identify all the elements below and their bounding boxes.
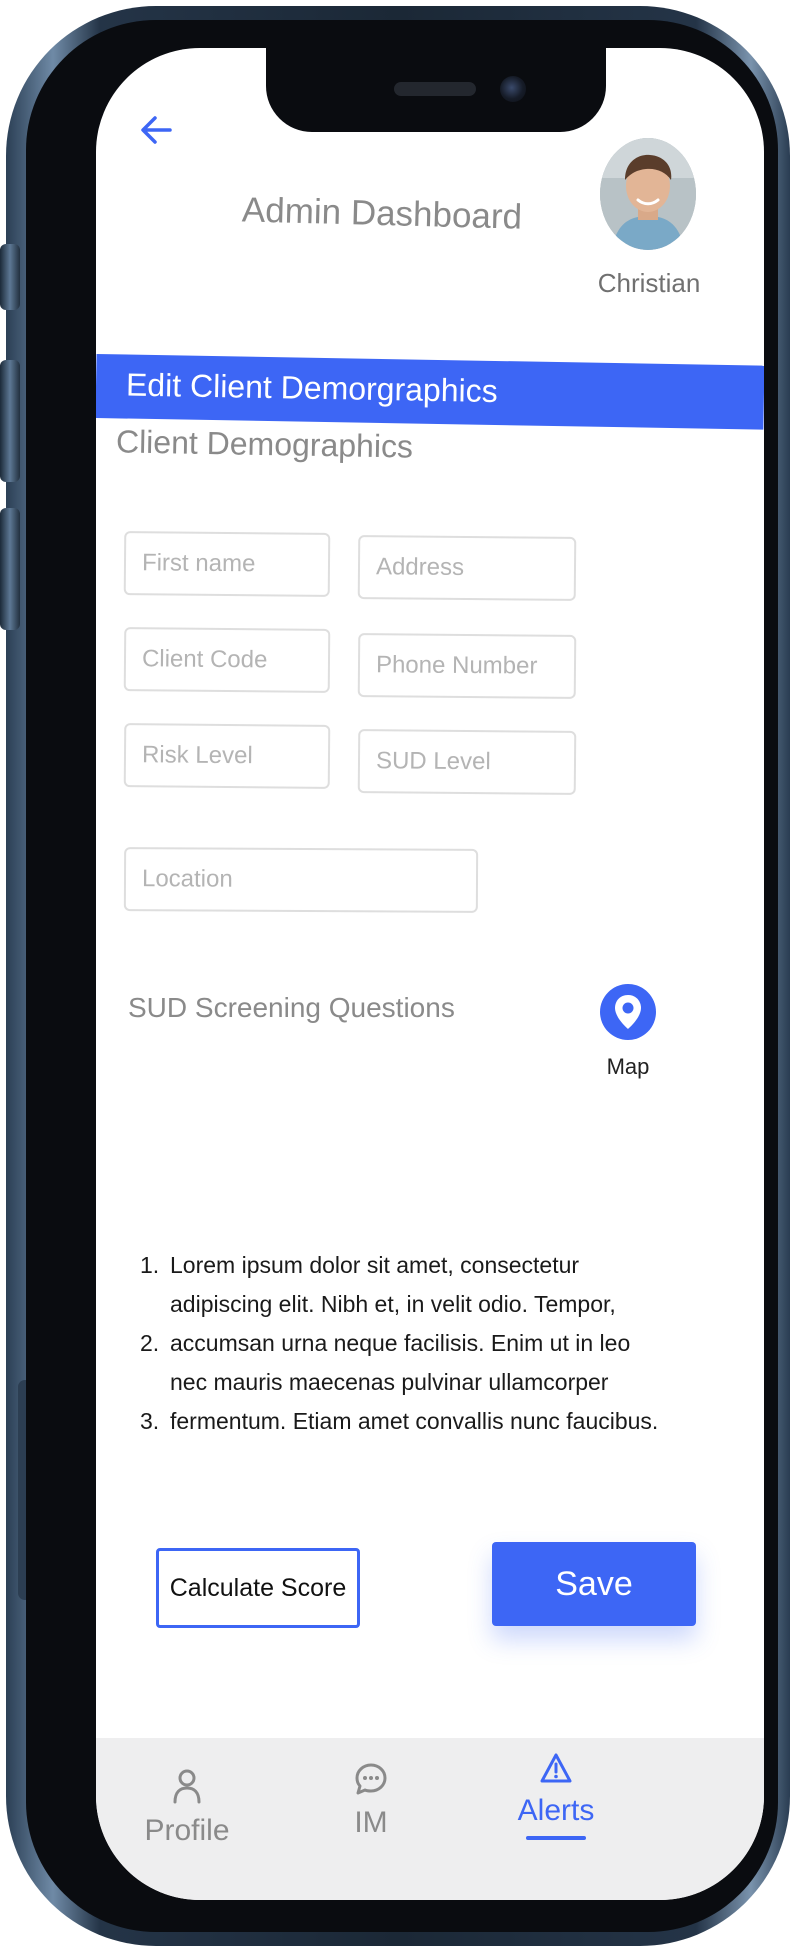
nav-item-profile[interactable]: Profile — [132, 1768, 242, 1848]
address-input[interactable] — [357, 535, 577, 601]
question-number: 1. — [140, 1252, 160, 1278]
warning-triangle-icon — [540, 1753, 572, 1783]
question-item: 3. fermentum. Etiam amet convallis nunc … — [140, 1402, 660, 1441]
location-pin-icon — [615, 995, 641, 1029]
edit-demographics-banner: Edit Client Demorgraphics — [96, 354, 764, 430]
risk-level-input[interactable] — [123, 723, 331, 789]
calculate-score-button[interactable]: Calculate Score — [156, 1548, 360, 1628]
screening-questions-list: 1. Lorem ipsum dolor sit amet, consectet… — [140, 1246, 660, 1441]
front-camera — [500, 76, 526, 102]
client-demographics-title: Client Demographics — [115, 423, 414, 465]
sud-screening-title: SUD Screening Questions — [128, 992, 455, 1023]
question-number: 3. — [140, 1408, 160, 1434]
nav-item-alerts[interactable]: Alerts — [496, 1752, 616, 1840]
notch — [266, 48, 606, 132]
question-text: accumsan urna neque facilisis. Enim ut i… — [170, 1330, 631, 1395]
nav-label-profile: Profile — [144, 1814, 230, 1847]
back-button[interactable] — [136, 110, 176, 150]
nav-label-im: IM — [354, 1806, 388, 1839]
question-item: 2. accumsan urna neque facilisis. Enim u… — [140, 1324, 660, 1402]
banner-title: Edit Client Demorgraphics — [125, 366, 498, 410]
person-icon — [173, 1769, 201, 1804]
back-arrow-icon — [141, 116, 172, 144]
question-number: 2. — [140, 1330, 160, 1356]
phone-number-input[interactable] — [357, 633, 577, 699]
question-item: 1. Lorem ipsum dolor sit amet, consectet… — [140, 1246, 660, 1324]
active-tab-indicator — [526, 1836, 586, 1840]
earpiece-speaker — [394, 82, 476, 96]
nav-label-alerts: Alerts — [517, 1794, 595, 1827]
avatar-photo — [600, 138, 696, 250]
bottom-navigation: Profile IM Alerts — [96, 1738, 764, 1900]
chat-bubble-icon — [355, 1763, 387, 1795]
map-button[interactable] — [600, 984, 656, 1040]
map-label: Map — [606, 1054, 650, 1079]
location-input[interactable] — [123, 847, 479, 913]
silent-switch — [0, 244, 20, 310]
avatar[interactable] — [600, 138, 696, 250]
page-title: Admin Dashboard — [241, 190, 523, 237]
avatar-name: Christian — [597, 268, 701, 298]
app-screen: Admin Dashboard Christian Edit Client De… — [96, 48, 764, 1900]
volume-down-button — [0, 508, 20, 630]
question-text: Lorem ipsum dolor sit amet, consectetur … — [170, 1252, 616, 1317]
nav-item-im[interactable]: IM — [316, 1762, 426, 1840]
save-button[interactable]: Save — [492, 1542, 696, 1626]
client-code-input[interactable] — [123, 627, 331, 693]
volume-up-button — [0, 360, 20, 482]
question-text: fermentum. Etiam amet convallis nunc fau… — [170, 1408, 659, 1434]
first-name-input[interactable] — [123, 531, 331, 597]
sud-level-input[interactable] — [357, 729, 577, 795]
